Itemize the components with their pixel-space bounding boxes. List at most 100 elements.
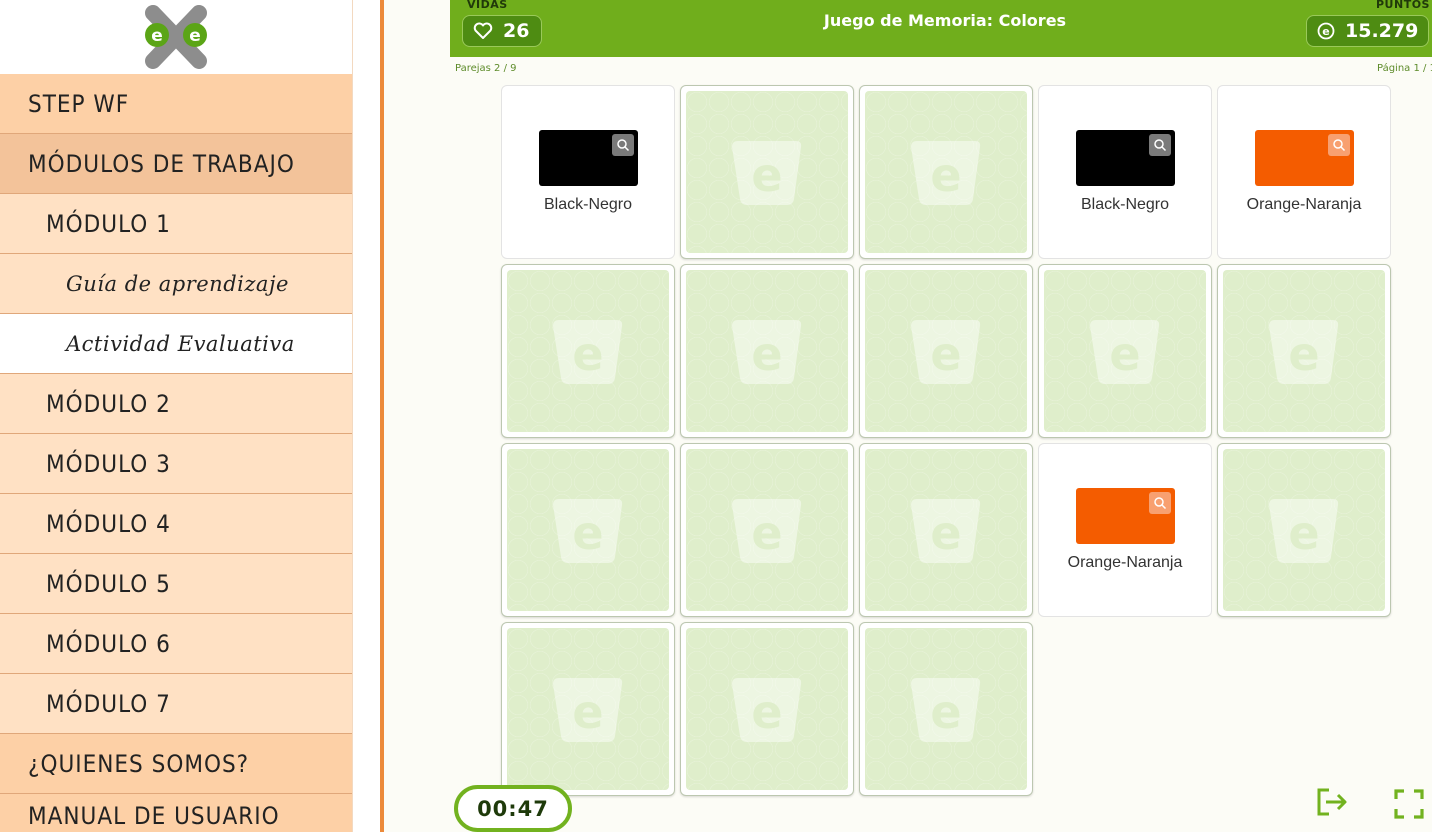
nav-label: MÓDULO 7: [46, 689, 171, 718]
exe-watermark-icon: e: [732, 320, 802, 384]
exe-watermark-icon: e: [911, 499, 981, 563]
memory-card-hidden[interactable]: e: [501, 443, 675, 617]
magnifier-icon[interactable]: [1148, 492, 1171, 514]
card-back: e: [507, 628, 669, 790]
exit-icon[interactable]: [1314, 784, 1350, 820]
svg-text:e: e: [572, 327, 603, 381]
nav-label: MÓDULO 6: [46, 629, 171, 658]
color-swatch: [1254, 130, 1354, 186]
svg-text:e: e: [1288, 327, 1319, 381]
lives-label: VIDAS: [467, 0, 508, 11]
nav-item-modulo-3[interactable]: MÓDULO 3: [0, 434, 352, 494]
svg-text:e: e: [151, 26, 163, 46]
memory-card-hidden[interactable]: e: [1038, 264, 1212, 438]
page-counter: Página 1 / 1: [1377, 63, 1432, 74]
nav-label: Guía de aprendizaje: [66, 271, 289, 296]
exe-watermark-icon: e: [911, 678, 981, 742]
nav-label: Actividad Evaluativa: [66, 331, 295, 356]
nav-item-modulo-2[interactable]: MÓDULO 2: [0, 374, 352, 434]
svg-text:e: e: [1322, 25, 1329, 38]
exe-coin-icon: e: [1317, 22, 1335, 40]
memory-card-hidden[interactable]: e: [501, 622, 675, 796]
memory-card-hidden[interactable]: e: [680, 622, 854, 796]
card-back: e: [1223, 270, 1385, 432]
svg-text:e: e: [930, 685, 961, 739]
exelearning-logo[interactable]: e e: [0, 0, 352, 74]
exe-watermark-icon: e: [553, 320, 623, 384]
nav-item-manual-de-usuario[interactable]: MANUAL DE USUARIO: [0, 794, 352, 832]
magnifier-icon[interactable]: [611, 134, 634, 156]
nav-item-quienes-somos[interactable]: ¿QUIENES SOMOS?: [0, 734, 352, 794]
exe-watermark-icon: e: [1269, 320, 1339, 384]
nav-item-modulo-1[interactable]: MÓDULO 1: [0, 194, 352, 254]
memory-card-hidden[interactable]: e: [859, 622, 1033, 796]
card-back: e: [686, 270, 848, 432]
svg-text:e: e: [572, 685, 603, 739]
card-back: e: [686, 449, 848, 611]
card-label: Black-Negro: [543, 196, 633, 213]
nav-item-modulo-6[interactable]: MÓDULO 6: [0, 614, 352, 674]
svg-text:e: e: [572, 506, 603, 560]
pairs-counter: Parejas 2 / 9: [455, 63, 517, 74]
nav-label: MÓDULOS DE TRABAJO: [28, 149, 295, 178]
memory-card-revealed[interactable]: Black-Negro: [1038, 85, 1212, 259]
nav-item-modulo-5[interactable]: MÓDULO 5: [0, 554, 352, 614]
nav-label: MÓDULO 1: [46, 209, 171, 238]
nav-item-modulo-4[interactable]: MÓDULO 4: [0, 494, 352, 554]
points-label: PUNTOS: [1376, 0, 1430, 11]
exe-watermark-icon: e: [1090, 320, 1160, 384]
nav-item-modulos-de-trabajo[interactable]: MÓDULOS DE TRABAJO: [0, 134, 352, 194]
lives-value: 26: [503, 20, 530, 42]
svg-text:e: e: [1109, 327, 1140, 381]
memory-card-revealed[interactable]: Black-Negro: [501, 85, 675, 259]
exe-watermark-icon: e: [911, 320, 981, 384]
exe-watermark-icon: e: [553, 678, 623, 742]
nav-label: MÓDULO 4: [46, 509, 171, 538]
memory-card-hidden[interactable]: e: [680, 85, 854, 259]
exe-watermark-icon: e: [732, 499, 802, 563]
memory-card-hidden[interactable]: e: [859, 85, 1033, 259]
magnifier-icon[interactable]: [1327, 134, 1350, 156]
game-title: Juego de Memoria: Colores: [823, 11, 1067, 30]
fullscreen-icon[interactable]: [1391, 786, 1427, 822]
svg-text:e: e: [930, 148, 961, 202]
svg-text:e: e: [930, 327, 961, 381]
card-back: e: [865, 449, 1027, 611]
color-swatch: [1075, 488, 1175, 544]
points-badge: e 15.279: [1306, 15, 1429, 47]
nav-item-guia-de-aprendizaje[interactable]: Guía de aprendizaje: [0, 254, 352, 314]
nav-label: MANUAL DE USUARIO: [28, 802, 280, 830]
exe-watermark-icon: e: [732, 678, 802, 742]
memory-card-revealed[interactable]: Orange-Naranja: [1038, 443, 1212, 617]
card-label: Orange-Naranja: [1067, 554, 1183, 571]
magnifier-icon[interactable]: [1148, 134, 1171, 156]
exe-watermark-icon: e: [732, 141, 802, 205]
memory-card-hidden[interactable]: e: [680, 443, 854, 617]
nav-item-modulo-7[interactable]: MÓDULO 7: [0, 674, 352, 734]
game-topbar: VIDAS 26 Juego de Memoria: Colores PUNTO…: [450, 0, 1432, 57]
memory-card-hidden[interactable]: e: [680, 264, 854, 438]
svg-text:e: e: [751, 506, 782, 560]
memory-card-hidden[interactable]: e: [501, 264, 675, 438]
memory-card-hidden[interactable]: e: [1217, 264, 1391, 438]
card-back: e: [686, 91, 848, 253]
nav-label: MÓDULO 3: [46, 449, 171, 478]
card-back: e: [1044, 270, 1206, 432]
heart-icon: [473, 22, 493, 40]
sidebar-nav: STEP WF MÓDULOS DE TRABAJO MÓDULO 1 Guía…: [0, 74, 352, 832]
memory-card-hidden[interactable]: e: [859, 443, 1033, 617]
memory-card-revealed[interactable]: Orange-Naranja: [1217, 85, 1391, 259]
svg-text:e: e: [930, 506, 961, 560]
color-swatch: [538, 130, 638, 186]
exe-watermark-icon: e: [1269, 499, 1339, 563]
card-back: e: [507, 449, 669, 611]
nav-item-step-wf[interactable]: STEP WF: [0, 74, 352, 134]
nav-label: MÓDULO 2: [46, 389, 171, 418]
memory-card-hidden[interactable]: e: [859, 264, 1033, 438]
nav-item-actividad-evaluativa[interactable]: Actividad Evaluativa: [0, 314, 352, 374]
memory-card-hidden[interactable]: e: [1217, 443, 1391, 617]
color-swatch: [1075, 130, 1175, 186]
nav-label: STEP WF: [28, 89, 130, 118]
svg-text:e: e: [189, 26, 201, 46]
svg-text:e: e: [751, 327, 782, 381]
